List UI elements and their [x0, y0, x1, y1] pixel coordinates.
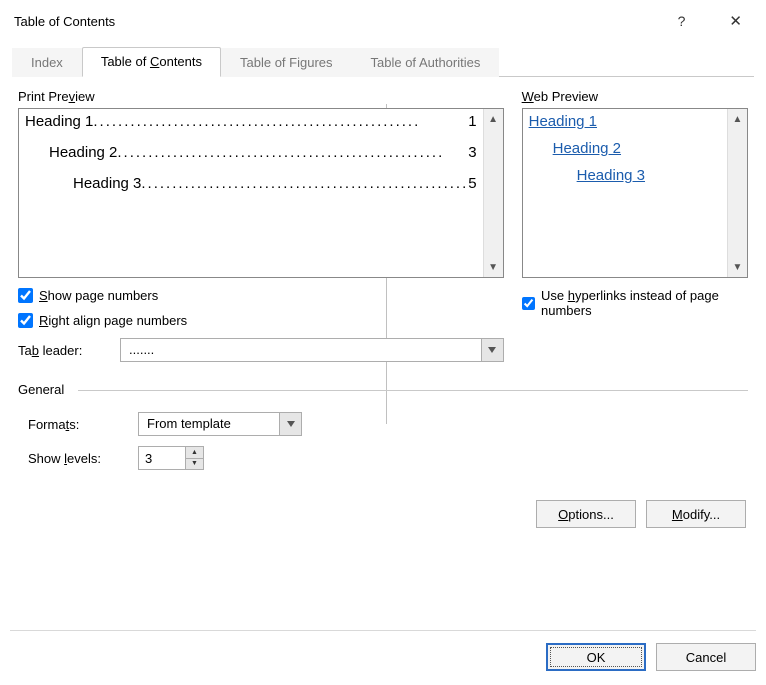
show-page-numbers-label: Show page numbers — [39, 288, 158, 303]
titlebar: Table of Contents ? ✕ — [0, 0, 766, 40]
cancel-button[interactable]: Cancel — [656, 643, 756, 671]
web-link: Heading 1 — [529, 113, 721, 130]
right-align-label: Right align page numbers — [39, 313, 187, 328]
formats-row: Formats: From template — [28, 412, 748, 436]
scroll-up-icon[interactable]: ▲ — [728, 109, 747, 129]
use-hyperlinks-row: Use hyperlinks instead of page numbers — [522, 288, 748, 318]
tabstrip: Index Table of Contents Table of Figures… — [12, 46, 754, 77]
web-preview-label: Web Preview — [522, 89, 748, 104]
chevron-down-icon[interactable] — [279, 413, 301, 435]
modify-button[interactable]: Modify... — [646, 500, 746, 528]
print-preview-column: Print Preview Heading 1 ................… — [18, 89, 504, 362]
spin-up-icon[interactable]: ▲ — [186, 447, 203, 459]
chevron-down-icon[interactable] — [481, 339, 503, 361]
web-preview-content: Heading 1 Heading 2 Heading 3 — [523, 109, 727, 277]
use-hyperlinks-label: Use hyperlinks instead of page numbers — [541, 288, 748, 318]
formats-value: From template — [139, 413, 279, 435]
print-preview-content: Heading 1 ..............................… — [19, 109, 483, 277]
web-link: Heading 3 — [577, 167, 721, 184]
web-link: Heading 2 — [553, 140, 721, 157]
toc-entry: Heading 2 ..............................… — [25, 144, 477, 161]
tab-table-of-contents[interactable]: Table of Contents — [82, 47, 221, 77]
show-levels-spinner[interactable]: ▲ ▼ — [138, 446, 204, 470]
tab-leader-label: Tab leader: — [18, 343, 110, 358]
show-page-numbers-checkbox[interactable] — [18, 288, 33, 303]
right-align-checkbox[interactable] — [18, 313, 33, 328]
content-columns: Print Preview Heading 1 ................… — [0, 77, 766, 362]
tab-leader-row: Tab leader: ....... — [18, 338, 504, 362]
toc-entry: Heading 1 ..............................… — [25, 113, 477, 130]
formats-combo[interactable]: From template — [138, 412, 302, 436]
use-hyperlinks-checkbox[interactable] — [522, 296, 535, 311]
right-align-row: Right align page numbers — [18, 313, 504, 328]
footer-buttons: OK Cancel — [10, 630, 756, 671]
scroll-up-icon[interactable]: ▲ — [484, 109, 503, 129]
tab-index[interactable]: Index — [12, 48, 82, 77]
close-button[interactable]: ✕ — [719, 10, 752, 32]
toc-entry: Heading 3 ..............................… — [25, 175, 477, 192]
show-levels-input[interactable] — [139, 447, 185, 469]
show-levels-row: Show levels: ▲ ▼ — [28, 446, 748, 470]
general-legend: General — [18, 382, 72, 397]
formats-label: Formats: — [28, 417, 138, 432]
spin-down-icon[interactable]: ▼ — [186, 459, 203, 470]
scroll-down-icon[interactable]: ▼ — [484, 257, 503, 277]
general-group: General Formats: From template Show leve… — [18, 390, 748, 470]
tab-leader-combo[interactable]: ....... — [120, 338, 504, 362]
web-preview-scrollbar[interactable]: ▲ ▼ — [727, 109, 747, 277]
group-divider — [78, 390, 748, 391]
tab-table-of-figures[interactable]: Table of Figures — [221, 48, 352, 77]
help-button[interactable]: ? — [668, 11, 696, 31]
print-preview-box: Heading 1 ..............................… — [18, 108, 504, 278]
tab-leader-value: ....... — [121, 339, 481, 361]
dialog-window: Table of Contents ? ✕ Index Table of Con… — [0, 0, 766, 685]
dialog-title: Table of Contents — [14, 14, 668, 29]
options-modify-row: Options... Modify... — [0, 470, 766, 528]
options-button[interactable]: Options... — [536, 500, 636, 528]
scroll-down-icon[interactable]: ▼ — [728, 257, 747, 277]
print-preview-label: Print Preview — [18, 89, 504, 104]
web-preview-column: Web Preview Heading 1 Heading 2 Heading … — [522, 89, 748, 362]
show-levels-label: Show levels: — [28, 451, 138, 466]
tab-table-of-authorities[interactable]: Table of Authorities — [352, 48, 500, 77]
ok-button[interactable]: OK — [546, 643, 646, 671]
show-page-numbers-row: Show page numbers — [18, 288, 504, 303]
print-preview-scrollbar[interactable]: ▲ ▼ — [483, 109, 503, 277]
web-preview-box: Heading 1 Heading 2 Heading 3 ▲ ▼ — [522, 108, 748, 278]
